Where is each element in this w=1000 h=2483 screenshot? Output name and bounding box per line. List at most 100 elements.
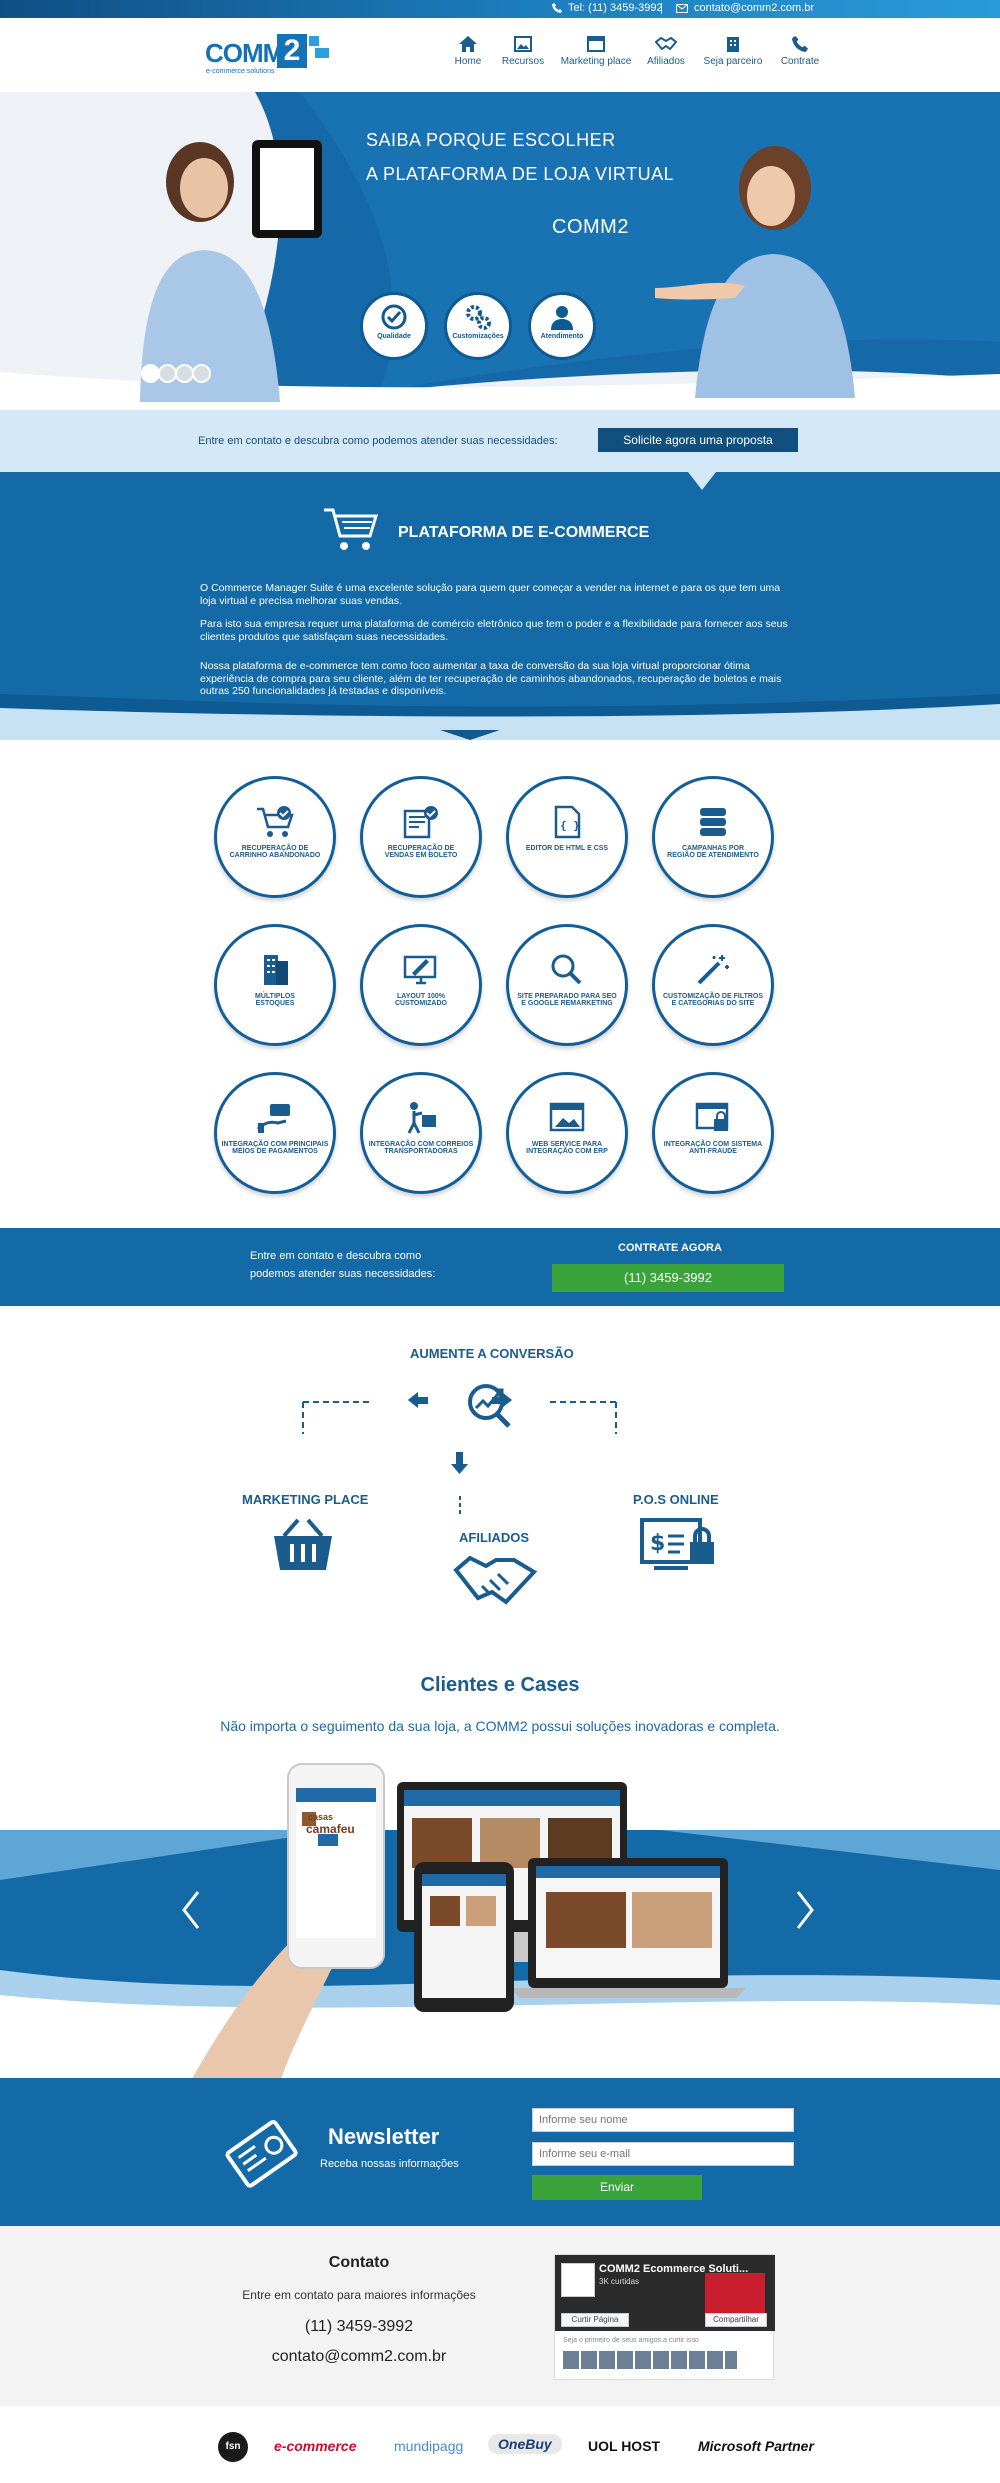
feature-label-line2: INTEGRAÇÃO COM ERP [526,1148,608,1155]
nav-afiliados[interactable]: Afiliados [630,36,702,80]
conversion-title: AUMENTE A CONVERSÃO [410,1346,574,1361]
facebook-widget[interactable]: COMM2 Ecommerce Soluti... 3K curtidas Cu… [554,2254,775,2380]
feature-label-line1: MÚLTIPLOS [255,993,295,1000]
handshake-icon [655,36,677,51]
feature-carrinho-abandonado[interactable]: RECUPERAÇÃO DE CARRINHO ABANDONADO [214,776,336,898]
feature-anti-fraude[interactable]: INTEGRAÇÃO COM SISTEMA ANTI-FRAUDE [652,1072,774,1194]
cta-text: Entre em contato e descubra como podemos… [198,435,558,447]
code-file-icon: { } [554,805,581,839]
contact-title: Contato [328,2254,390,2271]
pos-terminal-icon[interactable]: $ [638,1516,718,1574]
feature-label-line2: TRANSPORTADORAS [384,1148,458,1155]
contact-subtitle: Entre em contato para maiores informaçõe… [242,2288,476,2302]
facebook-page-avatar [561,2263,595,2297]
hero-title-line2: A PLATAFORMA DE LOJA VIRTUAL [366,164,675,184]
feature-label-line1: LAYOUT 100% [397,993,445,1000]
feature-filtros-categorias[interactable]: CUSTOMIZAÇÃO DE FILTROS E CATEGORIAS DO … [652,924,774,1046]
topbar-phone[interactable]: Tel: (11) 3459-3992 [552,2,663,14]
cart-check-icon [257,806,294,837]
gears-icon [466,305,491,330]
feature-web-service-erp[interactable]: WEB SERVICE PARA INTEGRAÇÃO COM ERP [506,1072,628,1194]
device-brand-casas: casas [308,1812,334,1822]
nav-seja-parceiro[interactable]: Seja parceiro [696,36,770,80]
platform-paragraph-3: Nossa plataforma de e-commerce tem como … [200,660,782,697]
carousel-prev-arrow-icon[interactable] [180,1890,202,1930]
logo[interactable]: COMM 2 e-commerce solutions [205,34,331,80]
delivery-icon [407,1102,436,1134]
feature-label-line1: INTEGRAÇÃO COM CORREIOS [368,1141,474,1148]
newsletter-subtitle: Receba nossas informações [320,2158,459,2170]
feature-vendas-boleto[interactable]: RECUPERAÇÃO DE VENDAS EM BOLETO [360,776,482,898]
partner-ecommerce-logo[interactable]: e-commerce [274,2438,357,2454]
nav-recursos-label: Recursos [501,56,545,67]
partner-onebuy-logo[interactable]: OneBuy [488,2434,562,2454]
check-circle-icon [381,304,407,330]
feature-label-line1: SITE PREPARADO PARA SEO [517,993,617,1000]
badge-qualidade-label: Qualidade [377,333,411,340]
topbar-phone-text: Tel: (11) 3459-3992 [568,2,663,14]
feature-label-line1: CAMPANHAS POR [681,845,745,852]
badge-customizacoes[interactable]: Customizações [444,292,512,360]
handshake-large-icon[interactable] [452,1550,538,1606]
pos-online-label: P.O.S ONLINE [633,1492,719,1507]
facebook-like-button[interactable]: Curtir Página [561,2313,629,2327]
facebook-friends-text: Seja o primeiro de seus amigos a curtir … [563,2337,699,2344]
request-proposal-button[interactable]: Solicite agora uma proposta [598,428,798,452]
feature-label-line1: INTEGRAÇÃO COM PRINCIPAIS [221,1141,329,1148]
hero-banner: SAIBA PORQUE ESCOLHER A PLATAFORMA DE LO… [0,92,1000,410]
feature-correios-transportadoras[interactable]: INTEGRAÇÃO COM CORREIOS TRANSPORTADORAS [360,1072,482,1194]
basket-icon[interactable] [270,1516,336,1574]
topbar-email-text: contato@comm2.com.br [694,2,814,14]
feature-campanhas-regiao[interactable]: CAMPANHAS POR REGIÃO DE ATENDIMENTO [652,776,774,898]
feature-label-line2: MEIOS DE PAGAMENTOS [232,1148,318,1155]
nav-marketing-label: Marketing place [560,56,632,67]
nav-contrate-label: Contrate [780,56,820,67]
nav-contrate[interactable]: Contrate [764,36,836,80]
top-bar: Tel: (11) 3459-3992 | contato@comm2.com.… [0,0,1000,18]
facebook-share-button[interactable]: Compartilhar [705,2313,767,2327]
feature-label-line1: INTEGRAÇÃO COM SISTEMA [663,1141,763,1148]
slider-dot-4[interactable] [192,364,211,383]
feature-label-line2: ANTI-FRAUDE [689,1148,737,1155]
badge-atendimento[interactable]: Atendimento [528,292,596,360]
logo-square-icon [309,36,319,46]
platform-paragraph-1: O Commerce Manager Suite é uma excelente… [200,582,781,607]
feature-label-line2: VENDAS EM BOLETO [384,852,458,859]
platform-title: PLATAFORMA DE E-COMMERCE [398,524,650,541]
contact-phone[interactable]: (11) 3459-3992 [200,2318,518,2336]
nav-recursos[interactable]: Recursos [487,36,559,80]
partner-fsn-logo[interactable]: fsn [218,2432,248,2462]
nav-marketing-place[interactable]: Marketing place [558,36,634,80]
newsletter-submit-button[interactable]: Enviar [532,2175,702,2200]
partner-microsoft-logo[interactable]: Microsoft Partner [698,2438,814,2454]
feature-label-line1: RECUPERAÇÃO DE [387,845,455,852]
platform-paragraph-2: Para isto sua empresa requer uma platafo… [200,618,788,643]
logo-number: 2 [277,34,307,68]
carousel-next-arrow-icon[interactable] [794,1890,816,1930]
newsletter-email-input[interactable] [532,2142,794,2166]
partner-uolhost-logo[interactable]: UOL HOST [588,2438,660,2454]
newsletter-name-input[interactable] [532,2108,794,2132]
feature-label-line2: REGIÃO DE ATENDIMENTO [667,852,759,859]
chart-search-icon [468,1384,511,1428]
topbar-email[interactable]: contato@comm2.com.br [676,2,814,14]
feature-label-line2: ESTOQUES [255,1000,295,1007]
invoice-icon [403,806,438,839]
facebook-page-name[interactable]: COMM2 Ecommerce Soluti... [599,2263,748,2275]
afiliados-label: AFILIADOS [459,1530,530,1545]
partner-mundipagg-logo[interactable]: mundipagg [394,2438,463,2454]
contract-phone-button[interactable]: (11) 3459-3992 [552,1264,784,1292]
feature-meios-pagamento[interactable]: INTEGRAÇÃO COM PRINCIPAIS MEIOS DE PAGAM… [214,1072,336,1194]
contact-section: Contato Entre em contato para maiores in… [0,2226,1000,2406]
magnifier-icon [551,954,582,985]
monitor-brush-icon [403,955,437,985]
feature-seo-remarketing[interactable]: SITE PREPARADO PARA SEO E GOOGLE REMARKE… [506,924,628,1046]
shopping-cart-icon [324,508,379,550]
feature-multiplos-estoques[interactable]: MÚLTIPLOS ESTOQUES [214,924,336,1046]
feature-layout-customizado[interactable]: LAYOUT 100% CUSTOMIZADO [360,924,482,1046]
hand-card-icon [256,1104,290,1133]
contact-email[interactable]: contato@comm2.com.br [200,2348,518,2366]
badge-qualidade[interactable]: Qualidade [360,292,428,360]
feature-editor-html[interactable]: { } EDITOR DE HTML E CSS [506,776,628,898]
contact-band: Entre em contato e descubra como podemos… [0,1228,1000,1306]
